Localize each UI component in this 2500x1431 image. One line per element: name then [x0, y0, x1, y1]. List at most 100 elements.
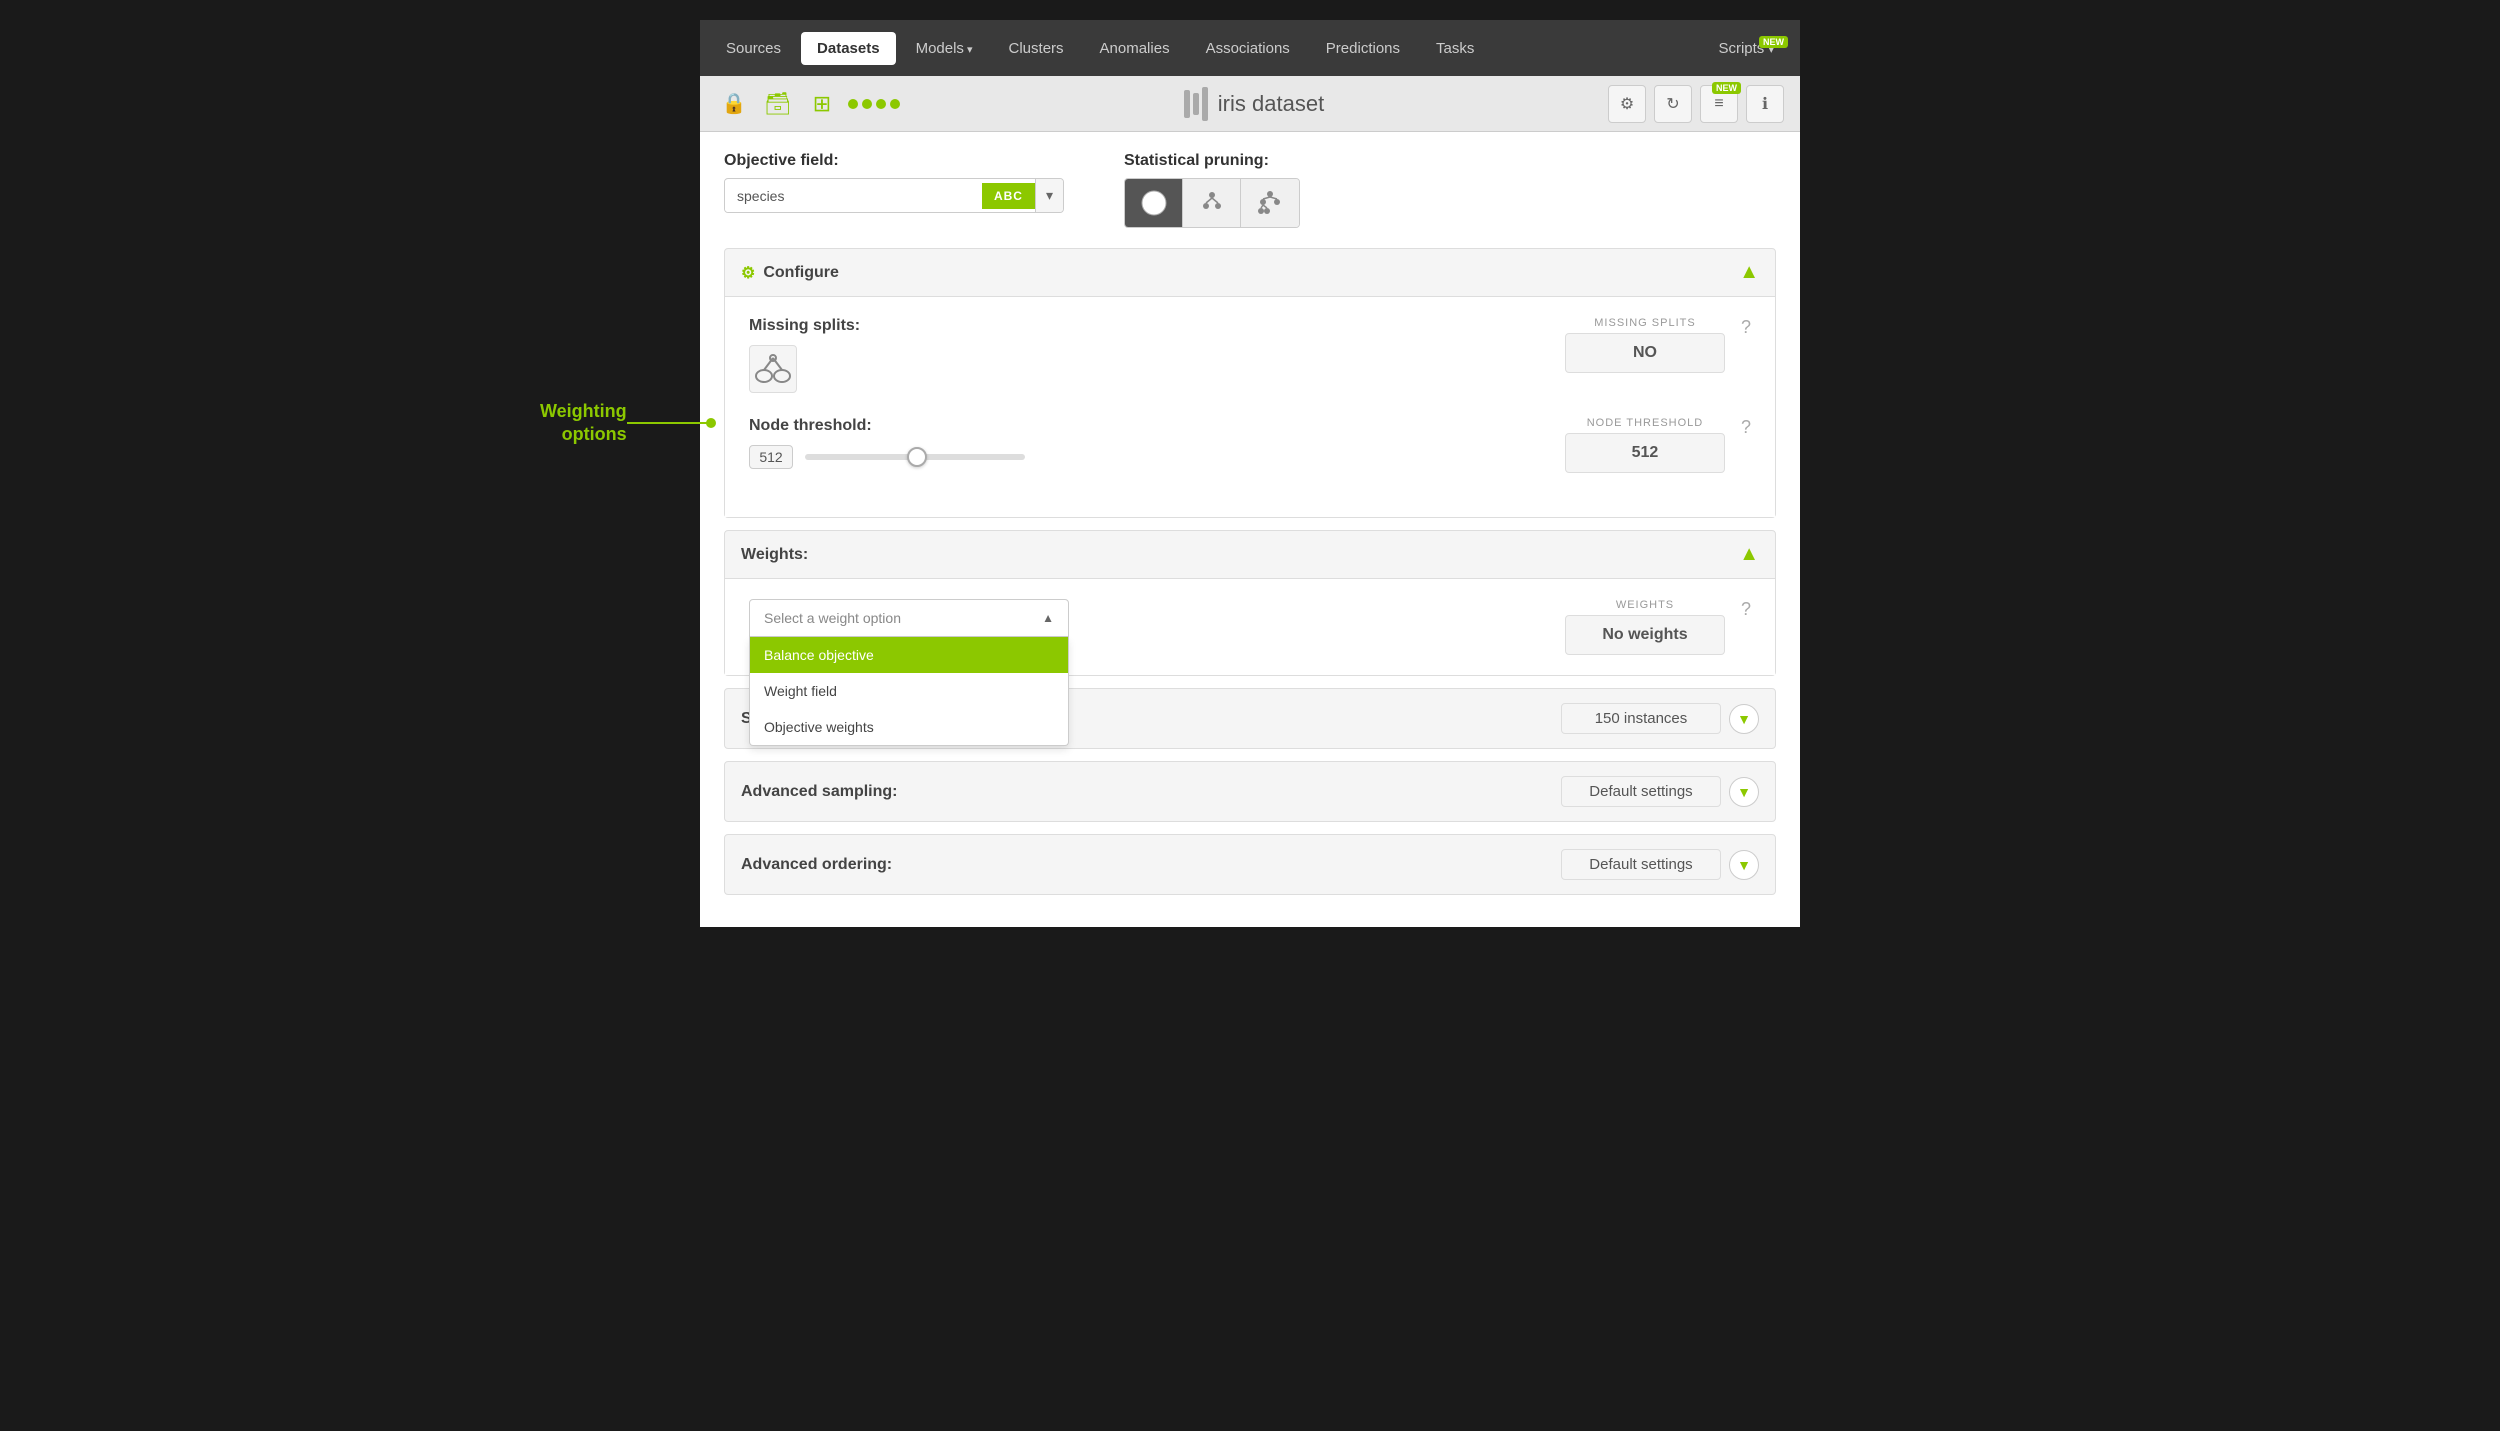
slider-current-value: 512 [749, 445, 793, 469]
weights-value-label: WEIGHTS [1616, 599, 1674, 611]
node-threshold-row: Node threshold: 512 NODE THRESHOLD 512 ? [749, 417, 1751, 473]
advanced-ordering-right: Default settings ▼ [1561, 849, 1759, 880]
pruning-btn-ml[interactable]: ml [1125, 179, 1183, 227]
missing-splits-value-label: MISSING SPLITS [1594, 317, 1695, 329]
slider-row: 512 [749, 445, 1025, 469]
configure-header-left: ⚙ Configure [741, 263, 839, 283]
objective-field-label: Objective field: [724, 152, 1064, 170]
nav-item-associations[interactable]: Associations [1190, 32, 1306, 65]
node-threshold-help[interactable]: ? [1741, 417, 1751, 438]
node-threshold-left: Node threshold: 512 [749, 417, 1025, 469]
advanced-sampling-toggle[interactable]: ▼ [1729, 777, 1759, 807]
toolbar-right: ⚙ ↻ ≡ NEW ℹ [1608, 85, 1784, 123]
weight-dropdown-menu: Balance objective Weight field Objective… [749, 637, 1069, 746]
refresh-button[interactable]: ↻ [1654, 85, 1692, 123]
advanced-sampling-right: Default settings ▼ [1561, 776, 1759, 807]
node-threshold-value: 512 [1565, 433, 1725, 473]
configure-icon: ⚙ [741, 263, 755, 283]
advanced-sampling-row: Advanced sampling: Default settings ▼ [724, 761, 1776, 822]
svg-text:ml: ml [1147, 199, 1160, 211]
weight-option-objective[interactable]: Objective weights [750, 709, 1068, 745]
advanced-ordering-toggle[interactable]: ▼ [1729, 850, 1759, 880]
toolbar: 🔒 🗃 ⊞ iris dataset ⚙ ↻ ≡ NEW ℹ [700, 76, 1800, 132]
advanced-ordering-value: Default settings [1561, 849, 1721, 880]
objective-field-group: Objective field: species ABC ▾ [724, 152, 1064, 213]
sampling-toggle-btn[interactable]: ▼ [1729, 704, 1759, 734]
pruning-btn-tree1[interactable] [1183, 179, 1241, 227]
weights-toggle[interactable]: ▲ [1739, 543, 1759, 566]
nav-scripts[interactable]: Scripts NEW [1702, 32, 1790, 65]
callout-dot [706, 418, 716, 428]
advanced-ordering-label: Advanced ordering: [741, 856, 892, 874]
nav-item-predictions[interactable]: Predictions [1310, 32, 1416, 65]
configure-section: ⚙ Configure ▲ Missing splits: [724, 248, 1776, 518]
field-row: Objective field: species ABC ▾ Statistic… [724, 152, 1776, 228]
objective-field-value: species [725, 180, 982, 212]
weights-section-header[interactable]: Weights: ▲ [725, 531, 1775, 578]
weight-dropdown-wrapper: Select a weight option ▲ Balance objecti… [749, 599, 1069, 637]
missing-splits-icon [749, 345, 797, 393]
chart-bars-icon [1184, 87, 1208, 121]
database-icon[interactable]: 🗃 [760, 86, 796, 122]
dataset-title: iris dataset [908, 87, 1600, 121]
field-select-arrow[interactable]: ▾ [1035, 179, 1063, 212]
statistical-pruning-label: Statistical pruning: [1124, 152, 1300, 170]
weights-help[interactable]: ? [1741, 599, 1751, 620]
weight-option-field[interactable]: Weight field [750, 673, 1068, 709]
pruning-btn-tree2[interactable] [1241, 179, 1299, 227]
advanced-sampling-value: Default settings [1561, 776, 1721, 807]
weights-value: No weights [1565, 615, 1725, 655]
advanced-sampling-label: Advanced sampling: [741, 783, 897, 801]
node-threshold-right: NODE THRESHOLD 512 ? [1565, 417, 1751, 473]
callout-line [627, 422, 707, 424]
sampling-value: 150 instances [1561, 703, 1721, 734]
weights-body: Select a weight option ▲ Balance objecti… [725, 578, 1775, 675]
list-new-badge: NEW [1712, 82, 1741, 94]
objective-field-select[interactable]: species ABC ▾ [724, 178, 1064, 213]
weights-value-box: WEIGHTS No weights [1565, 599, 1725, 655]
node-threshold-value-label: NODE THRESHOLD [1587, 417, 1703, 429]
info-button[interactable]: ℹ [1746, 85, 1784, 123]
weights-label: Weights: [741, 546, 808, 564]
field-type-badge: ABC [982, 183, 1035, 209]
main-content: Objective field: species ABC ▾ Statistic… [700, 132, 1800, 927]
callout-weighting-options: Weightingoptions [540, 400, 716, 447]
configure-body: Missing splits: [725, 296, 1775, 517]
nav-item-anomalies[interactable]: Anomalies [1084, 32, 1186, 65]
nav-item-sources[interactable]: Sources [710, 32, 797, 65]
weights-section: Weights: ▲ Select a weight option ▲ Bala… [724, 530, 1776, 676]
weight-select-placeholder: Select a weight option [764, 610, 901, 626]
nav-item-datasets[interactable]: Datasets [801, 32, 896, 65]
weight-select-trigger[interactable]: Select a weight option ▲ [749, 599, 1069, 637]
weights-header-left: Weights: [741, 546, 808, 564]
top-navigation: Sources Datasets Models Clusters Anomali… [700, 20, 1800, 76]
missing-splits-right: MISSING SPLITS NO ? [1565, 317, 1751, 373]
configure-section-header[interactable]: ⚙ Configure ▲ [725, 249, 1775, 296]
scripts-new-badge: NEW [1759, 36, 1788, 48]
dataset-icon[interactable]: ⊞ [804, 86, 840, 122]
node-threshold-label: Node threshold: [749, 417, 1025, 435]
weights-content-row: Select a weight option ▲ Balance objecti… [749, 599, 1751, 655]
missing-splits-value: NO [1565, 333, 1725, 373]
node-threshold-value-box: NODE THRESHOLD 512 [1565, 417, 1725, 473]
list-button[interactable]: ≡ NEW [1700, 85, 1738, 123]
weight-arrow-up-icon: ▲ [1042, 611, 1054, 625]
weights-dropdown-container: Select a weight option ▲ Balance objecti… [749, 599, 1069, 637]
missing-splits-left: Missing splits: [749, 317, 860, 393]
pruning-buttons: ml [1124, 178, 1300, 228]
nav-item-tasks[interactable]: Tasks [1420, 32, 1490, 65]
callout-label: Weightingoptions [540, 400, 627, 447]
weights-value-right: WEIGHTS No weights ? [1565, 599, 1751, 655]
sampling-right: 150 instances ▼ [1561, 703, 1759, 734]
missing-splits-help[interactable]: ? [1741, 317, 1751, 338]
missing-splits-row: Missing splits: [749, 317, 1751, 393]
node-threshold-slider[interactable] [805, 454, 1025, 460]
weight-option-balance[interactable]: Balance objective [750, 637, 1068, 673]
settings-button[interactable]: ⚙ [1608, 85, 1646, 123]
advanced-ordering-row: Advanced ordering: Default settings ▼ [724, 834, 1776, 895]
nav-item-models[interactable]: Models [900, 32, 989, 65]
missing-splits-label: Missing splits: [749, 317, 860, 335]
configure-toggle[interactable]: ▲ [1739, 261, 1759, 284]
lock-icon[interactable]: 🔒 [716, 86, 752, 122]
nav-item-clusters[interactable]: Clusters [993, 32, 1080, 65]
